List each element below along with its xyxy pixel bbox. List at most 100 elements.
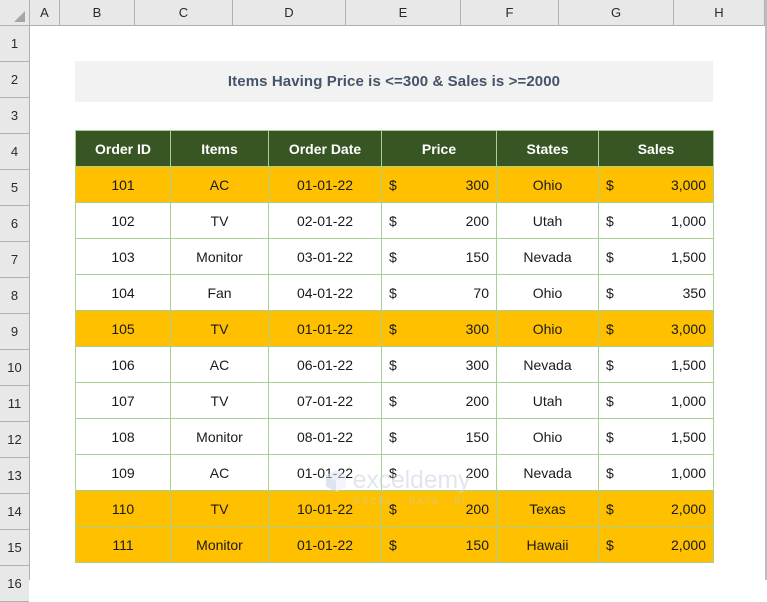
row-header-11[interactable]: 11	[0, 386, 29, 422]
cell-order-date[interactable]: 01-01-22	[268, 526, 382, 563]
row-header-5[interactable]: 5	[0, 170, 29, 206]
cell-item[interactable]: Monitor	[170, 238, 269, 275]
report-title-banner[interactable]: Items Having Price is <=300 & Sales is >…	[75, 61, 713, 102]
row-header-9[interactable]: 9	[0, 314, 29, 350]
cell-state[interactable]: Nevada	[496, 346, 599, 383]
column-header-b[interactable]: B	[60, 0, 135, 25]
column-header-a[interactable]: A	[30, 0, 60, 25]
cell-order-id[interactable]: 111	[75, 526, 171, 563]
cell-order-date[interactable]: 01-01-22	[268, 166, 382, 203]
row-header-3[interactable]: 3	[0, 98, 29, 134]
row-header-13[interactable]: 13	[0, 458, 29, 494]
row-header-12[interactable]: 12	[0, 422, 29, 458]
cell-order-id[interactable]: 103	[75, 238, 171, 275]
cell-item[interactable]: Monitor	[170, 526, 269, 563]
cell-price[interactable]: $200	[381, 454, 497, 491]
cell-item[interactable]: TV	[170, 202, 269, 239]
cell-sales[interactable]: $3,000	[598, 310, 714, 347]
cell-sales[interactable]: $2,000	[598, 526, 714, 563]
cell-item[interactable]: Monitor	[170, 418, 269, 455]
row-header-2[interactable]: 2	[0, 62, 29, 98]
cell-sales[interactable]: $350	[598, 274, 714, 311]
cell-item[interactable]: AC	[170, 166, 269, 203]
table-row[interactable]: 111 Monitor 01-01-22 $150 Hawaii $2,000	[75, 526, 714, 563]
table-row[interactable]: 105 TV 01-01-22 $300 Ohio $3,000	[75, 310, 714, 347]
cell-order-id[interactable]: 108	[75, 418, 171, 455]
column-header-e[interactable]: E	[346, 0, 461, 25]
table-row[interactable]: 103 Monitor 03-01-22 $150 Nevada $1,500	[75, 238, 714, 275]
table-row[interactable]: 101 AC 01-01-22 $300 Ohio $3,000	[75, 166, 714, 203]
cell-order-date[interactable]: 10-01-22	[268, 490, 382, 527]
row-header-16[interactable]: 16	[0, 566, 29, 602]
cell-item[interactable]: AC	[170, 454, 269, 491]
cell-item[interactable]: Fan	[170, 274, 269, 311]
cell-order-date[interactable]: 01-01-22	[268, 454, 382, 491]
cell-order-date[interactable]: 08-01-22	[268, 418, 382, 455]
table-row[interactable]: 102 TV 02-01-22 $200 Utah $1,000	[75, 202, 714, 239]
row-header-6[interactable]: 6	[0, 206, 29, 242]
cell-state[interactable]: Hawaii	[496, 526, 599, 563]
table-row[interactable]: 110 TV 10-01-22 $200 Texas $2,000	[75, 490, 714, 527]
cell-price[interactable]: $200	[381, 382, 497, 419]
sheet-canvas[interactable]: Items Having Price is <=300 & Sales is >…	[30, 26, 765, 580]
table-row[interactable]: 109 AC 01-01-22 $200 Nevada $1,000	[75, 454, 714, 491]
cell-item[interactable]: TV	[170, 490, 269, 527]
row-header-10[interactable]: 10	[0, 350, 29, 386]
cell-state[interactable]: Utah	[496, 382, 599, 419]
cell-price[interactable]: $200	[381, 202, 497, 239]
cell-order-id[interactable]: 107	[75, 382, 171, 419]
table-row[interactable]: 107 TV 07-01-22 $200 Utah $1,000	[75, 382, 714, 419]
cell-price[interactable]: $70	[381, 274, 497, 311]
cell-order-date[interactable]: 07-01-22	[268, 382, 382, 419]
column-header-h[interactable]: H	[674, 0, 765, 25]
cell-state[interactable]: Nevada	[496, 238, 599, 275]
row-header-8[interactable]: 8	[0, 278, 29, 314]
cell-order-id[interactable]: 106	[75, 346, 171, 383]
cell-order-date[interactable]: 03-01-22	[268, 238, 382, 275]
column-header-g[interactable]: G	[559, 0, 674, 25]
column-header-f[interactable]: F	[461, 0, 559, 25]
cell-order-date[interactable]: 04-01-22	[268, 274, 382, 311]
column-header-c[interactable]: C	[135, 0, 233, 25]
cell-order-id[interactable]: 110	[75, 490, 171, 527]
cell-price[interactable]: $150	[381, 526, 497, 563]
cell-price[interactable]: $150	[381, 238, 497, 275]
cell-sales[interactable]: $1,500	[598, 238, 714, 275]
cell-item[interactable]: AC	[170, 346, 269, 383]
cell-state[interactable]: Ohio	[496, 418, 599, 455]
cell-state[interactable]: Utah	[496, 202, 599, 239]
cell-order-id[interactable]: 104	[75, 274, 171, 311]
table-row[interactable]: 108 Monitor 08-01-22 $150 Ohio $1,500	[75, 418, 714, 455]
select-all-triangle-icon[interactable]	[0, 0, 30, 25]
cell-order-id[interactable]: 101	[75, 166, 171, 203]
cell-item[interactable]: TV	[170, 310, 269, 347]
data-table[interactable]: Order ID Items Order Date Price States Sales …	[75, 130, 714, 563]
cell-price[interactable]: $150	[381, 418, 497, 455]
column-header-d[interactable]: D	[233, 0, 346, 25]
cell-sales[interactable]: $2,000	[598, 490, 714, 527]
cell-order-date[interactable]: 02-01-22	[268, 202, 382, 239]
cell-price[interactable]: $300	[381, 346, 497, 383]
cell-order-id[interactable]: 109	[75, 454, 171, 491]
cell-state[interactable]: Ohio	[496, 274, 599, 311]
row-header-7[interactable]: 7	[0, 242, 29, 278]
row-header-1[interactable]: 1	[0, 26, 29, 62]
row-header-14[interactable]: 14	[0, 494, 29, 530]
cell-item[interactable]: TV	[170, 382, 269, 419]
cell-state[interactable]: Texas	[496, 490, 599, 527]
cell-price[interactable]: $200	[381, 490, 497, 527]
row-header-15[interactable]: 15	[0, 530, 29, 566]
cell-state[interactable]: Ohio	[496, 310, 599, 347]
cell-order-date[interactable]: 06-01-22	[268, 346, 382, 383]
cell-price[interactable]: $300	[381, 310, 497, 347]
cell-order-id[interactable]: 102	[75, 202, 171, 239]
cell-sales[interactable]: $1,000	[598, 202, 714, 239]
cell-sales[interactable]: $1,000	[598, 454, 714, 491]
table-row[interactable]: 106 AC 06-01-22 $300 Nevada $1,500	[75, 346, 714, 383]
cell-state[interactable]: Ohio	[496, 166, 599, 203]
cell-order-id[interactable]: 105	[75, 310, 171, 347]
cell-sales[interactable]: $3,000	[598, 166, 714, 203]
cell-sales[interactable]: $1,500	[598, 418, 714, 455]
cell-price[interactable]: $300	[381, 166, 497, 203]
row-header-4[interactable]: 4	[0, 134, 29, 170]
